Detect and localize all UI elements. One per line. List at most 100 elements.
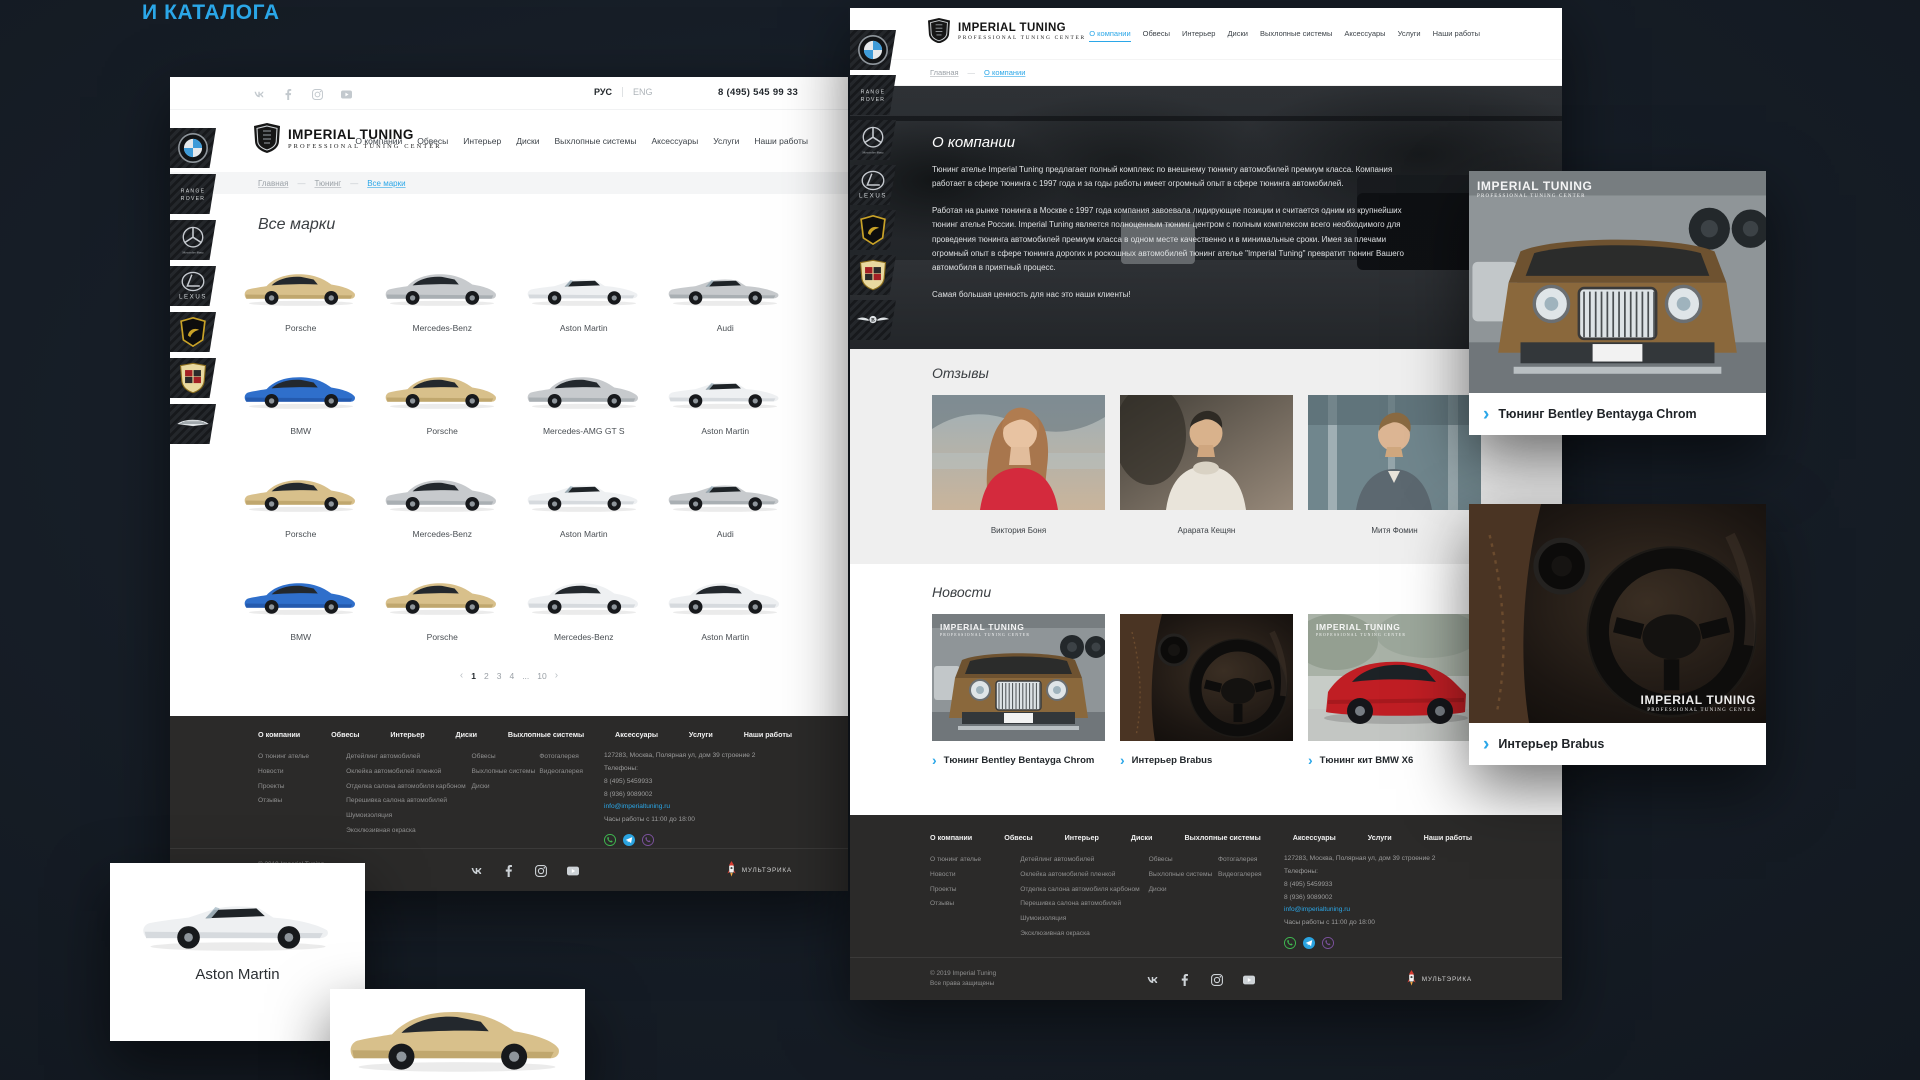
pagination-page[interactable]: 4 [509, 671, 514, 681]
news-overlay-brabus[interactable]: IMPERIAL TUNINGPROFESSIONAL TUNING CENTE… [1469, 504, 1766, 765]
footer-email-link[interactable]: info@imperialtuning.ru [604, 801, 792, 814]
whatsapp-icon[interactable] [604, 834, 616, 846]
footer-column-title[interactable]: Выхлопные системы [508, 730, 584, 739]
footer-link[interactable]: Детейлинг автомобилей [346, 750, 471, 765]
brand-tile-rangerover[interactable]: RANGEROVER [170, 174, 216, 214]
news-overlay-bentley[interactable]: IMPERIAL TUNINGPROFESSIONAL TUNING CENTE… [1469, 171, 1766, 435]
footer-link[interactable]: Проекты [258, 780, 346, 795]
breadcrumb-item[interactable]: Главная [930, 68, 959, 77]
footer-link[interactable]: Эксклюзивная окраска [1020, 927, 1148, 942]
footer-link[interactable]: Перешивка салона автомобилей [346, 794, 471, 809]
footer-link[interactable]: Новости [258, 765, 346, 780]
nav-item-6[interactable]: Аксессуары [652, 136, 699, 149]
facebook-icon[interactable] [1179, 973, 1191, 985]
nav-item-3[interactable]: Интерьер [463, 136, 501, 149]
brand-tile-lexus[interactable]: LEXUS [170, 266, 216, 306]
brand-tile-porsche[interactable] [170, 358, 216, 398]
pagination-next[interactable]: › [555, 670, 558, 681]
logo[interactable]: IMPERIAL TUNING PROFESSIONAL TUNING CENT… [928, 18, 1086, 44]
vk-icon[interactable] [471, 864, 483, 876]
car-card[interactable]: Porsche [230, 246, 372, 349]
breadcrumb-item[interactable]: Тюнинг [314, 179, 341, 188]
car-card[interactable]: BMW [230, 349, 372, 452]
footer-link[interactable]: Оклейка автомобилей пленкой [1020, 868, 1148, 883]
nav-item-1[interactable]: О компании [355, 136, 402, 149]
footer-link[interactable]: Детейлинг автомобилей [1020, 853, 1148, 868]
instagram-icon[interactable] [312, 87, 323, 98]
news-card[interactable]: IMPERIAL TUNINGPROFESSIONAL TUNING CENTE… [932, 614, 1105, 767]
footer-column-title[interactable]: Интерьер [1065, 833, 1099, 842]
nav-item-4[interactable]: Диски [516, 136, 539, 149]
pagination-page[interactable]: 10 [537, 671, 546, 681]
facebook-icon[interactable] [503, 864, 515, 876]
car-card[interactable]: Mercedes-Benz [372, 246, 514, 349]
footer-link[interactable]: О тюнинг ателье [930, 853, 1020, 868]
instagram-icon[interactable] [1211, 973, 1223, 985]
nav-item-5[interactable]: Выхлопные системы [1260, 29, 1332, 42]
breadcrumb-item[interactable]: Все марки [367, 179, 405, 188]
car-card[interactable]: Audi [655, 452, 797, 555]
nav-item-6[interactable]: Аксессуары [1344, 29, 1385, 42]
footer-column-title[interactable]: Наши работы [744, 730, 792, 739]
telegram-icon[interactable] [1303, 937, 1315, 949]
car-card[interactable]: Porsche [230, 452, 372, 555]
footer-link[interactable]: Шумоизоляция [346, 809, 471, 824]
pagination-page[interactable]: 1 [471, 671, 476, 681]
car-card[interactable]: Aston Martin [655, 555, 797, 658]
brand-tile-lexus[interactable]: LEXUS [850, 165, 896, 205]
footer-link[interactable]: Отделка салона автомобиля карбоном [1020, 883, 1148, 898]
youtube-icon[interactable] [567, 864, 579, 876]
footer-link[interactable]: Отзывы [930, 897, 1020, 912]
brand-tile-mercedes[interactable]: Mercedes-Benz [850, 120, 896, 160]
footer-link[interactable]: Выхлопные системы [472, 765, 540, 780]
car-overlay-aston[interactable]: Aston Martin [110, 863, 365, 1041]
pagination-page[interactable]: ... [522, 671, 529, 681]
lang-rus[interactable]: РУС [594, 87, 612, 97]
footer-link[interactable]: Обвесы [1149, 853, 1218, 868]
youtube-icon[interactable] [1243, 973, 1255, 985]
nav-item-7[interactable]: Услуги [713, 136, 739, 149]
nav-item-2[interactable]: Обвесы [1143, 29, 1170, 42]
footer-column-title[interactable]: Интерьер [390, 730, 424, 739]
footer-column-title[interactable]: Услуги [1368, 833, 1392, 842]
footer-column-title[interactable]: Обвесы [1004, 833, 1032, 842]
facebook-icon[interactable] [283, 87, 294, 98]
brand-tile-astonmartin[interactable] [170, 404, 216, 444]
car-card[interactable]: Porsche [372, 349, 514, 452]
car-card[interactable]: Porsche [372, 555, 514, 658]
instagram-icon[interactable] [535, 864, 547, 876]
footer-email-link[interactable]: info@imperialtuning.ru [1284, 904, 1472, 917]
brand-tile-bmw[interactable] [850, 30, 896, 70]
review-card[interactable]: Арарата Кещян [1120, 395, 1293, 535]
footer-link[interactable]: Оклейка автомобилей пленкой [346, 765, 471, 780]
car-card[interactable]: Aston Martin [513, 246, 655, 349]
nav-item-1[interactable]: О компании [1089, 29, 1130, 42]
footer-link[interactable]: Видеогалерея [539, 765, 597, 780]
brand-tile-porsche[interactable] [850, 255, 896, 295]
breadcrumb-item[interactable]: Главная [258, 179, 288, 188]
breadcrumb-item[interactable]: О компании [984, 68, 1025, 77]
footer-column-title[interactable]: Обвесы [331, 730, 359, 739]
brand-tile-mercedes[interactable]: Mercedes-Benz [170, 220, 216, 260]
footer-link[interactable]: Выхлопные системы [1149, 868, 1218, 883]
footer-column-title[interactable]: О компании [930, 833, 972, 842]
nav-item-8[interactable]: Наши работы [754, 136, 808, 149]
nav-item-3[interactable]: Интерьер [1182, 29, 1215, 42]
car-card[interactable]: BMW [230, 555, 372, 658]
footer-link[interactable]: Обвесы [472, 750, 540, 765]
footer-link[interactable]: Фотогалерея [1218, 853, 1277, 868]
pagination-page[interactable]: 2 [484, 671, 489, 681]
news-card[interactable]: IMPERIAL TUNINGPROFESSIONAL TUNING CENTE… [1308, 614, 1481, 767]
review-card[interactable]: Митя Фомин [1308, 395, 1481, 535]
footer-column-title[interactable]: Выхлопные системы [1184, 833, 1260, 842]
footer-link[interactable]: Перешивка салона автомобилей [1020, 897, 1148, 912]
nav-item-2[interactable]: Обвесы [417, 136, 448, 149]
car-overlay-porsche[interactable] [330, 989, 585, 1080]
nav-item-4[interactable]: Диски [1227, 29, 1248, 42]
footer-link[interactable]: Диски [472, 780, 540, 795]
footer-link[interactable]: Диски [1149, 883, 1218, 898]
studio-credit[interactable]: МУЛЬТЭРИКА [1407, 970, 1472, 988]
footer-column-title[interactable]: Услуги [689, 730, 713, 739]
footer-link[interactable]: Новости [930, 868, 1020, 883]
footer-link[interactable]: Проекты [930, 883, 1020, 898]
